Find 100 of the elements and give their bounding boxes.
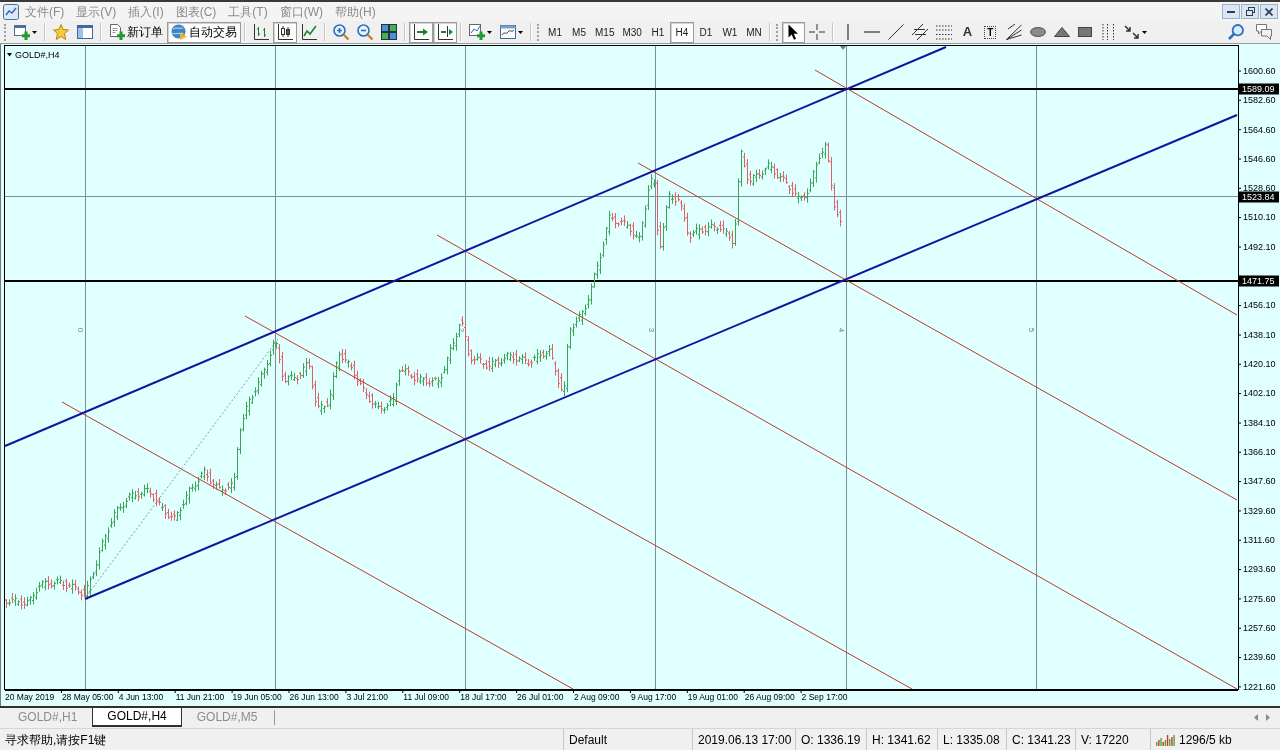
- left-arrow-icon[interactable]: [1254, 714, 1258, 721]
- zone-label: 5: [1027, 327, 1036, 333]
- horizontal-line-icon: [863, 31, 880, 33]
- timeframe-button[interactable]: MN: [741, 21, 766, 43]
- text-label-button[interactable]: T: [978, 21, 1002, 43]
- grip-handle[interactable]: [775, 23, 779, 41]
- open-price: O: 1336.19: [801, 731, 861, 749]
- zoom-in-icon: [333, 24, 349, 40]
- globe-icon: [171, 24, 187, 40]
- text-button[interactable]: A: [955, 21, 979, 43]
- close-icon: [1265, 7, 1273, 16]
- dotted-lines-icon: [935, 24, 952, 40]
- app-icon: [3, 3, 19, 20]
- price-label: 1293.60: [1243, 564, 1276, 575]
- price-label: 1329.60: [1243, 505, 1276, 516]
- price-label: 1564.60: [1243, 124, 1276, 135]
- price-label: 1402.10: [1243, 388, 1276, 399]
- price-label: 1257.60: [1243, 623, 1276, 634]
- timeframe-button[interactable]: M1: [543, 21, 567, 43]
- low-price: L: 1335.08: [943, 731, 1000, 749]
- restore-button[interactable]: [1241, 4, 1259, 19]
- high-price: H: 1341.62: [872, 731, 931, 749]
- time-label: 2 Aug 09:00: [574, 692, 620, 702]
- price-label: 1438.10: [1243, 329, 1276, 340]
- minimize-button[interactable]: [1222, 4, 1240, 19]
- caret-icon[interactable]: [7, 53, 12, 57]
- time-label: 26 Jul 01:00: [517, 692, 564, 702]
- chart-plus-icon: [469, 24, 485, 40]
- arrow-right-icon: [413, 24, 429, 40]
- star-icon: [53, 24, 69, 40]
- cursor-icon: [787, 24, 799, 40]
- timeframe-button[interactable]: H1: [645, 21, 670, 43]
- grid-icon: [381, 24, 397, 40]
- time-label: 26 Aug 09:00: [744, 692, 795, 702]
- chart-shift-icon: [437, 24, 453, 40]
- line-chart-icon: [301, 24, 317, 40]
- price-label: 1510.10: [1243, 212, 1276, 223]
- zone-label: 0: [76, 327, 85, 333]
- time-label: 19 Jun 05:00: [232, 692, 282, 702]
- time-label: 28 May 05:00: [61, 692, 114, 702]
- auto-scroll-button[interactable]: [409, 21, 433, 43]
- window-plus-icon: [14, 24, 30, 40]
- bar-chart-icon: [253, 24, 269, 40]
- timeframe-button[interactable]: H4: [669, 21, 694, 43]
- close-button[interactable]: [1260, 4, 1278, 19]
- shift-marker-icon[interactable]: [840, 46, 846, 50]
- price-tag: 1471.75: [1239, 275, 1279, 287]
- price-label: 1275.60: [1243, 593, 1276, 604]
- time-label: 2 Sep 17:00: [801, 692, 848, 702]
- zoom-out-icon: [357, 24, 373, 40]
- dotted-vertical-lines-icon: [1101, 24, 1115, 40]
- price-tag: 1523.84: [1239, 191, 1279, 203]
- chart-shift-button[interactable]: [433, 21, 457, 43]
- price-tag: 1589.09: [1239, 83, 1279, 95]
- price-label: 1221.60: [1243, 681, 1276, 692]
- timeframe-button[interactable]: D1: [693, 21, 718, 43]
- new-order-button[interactable]: 新订单: [105, 21, 167, 43]
- time-label: 4 Jun 13:00: [118, 692, 164, 702]
- window-icon: [77, 24, 93, 40]
- vertical-line-icon: [847, 24, 850, 40]
- search-icon: [1228, 24, 1244, 40]
- timeframe-button[interactable]: W1: [717, 21, 742, 43]
- timeframe-button[interactable]: M15: [591, 21, 619, 43]
- triangle-icon: [1053, 27, 1070, 37]
- fan-lines-icon: [1005, 24, 1022, 40]
- close-price: C: 1341.23: [1012, 731, 1071, 749]
- timeframe-button[interactable]: M5: [567, 21, 591, 43]
- bar-time: 2019.06.13 17:00: [698, 731, 792, 749]
- chart-tab[interactable]: GOLD#,H4: [92, 708, 182, 727]
- time-label: 11 Jun 21:00: [175, 692, 225, 702]
- price-label: 1582.60: [1243, 95, 1276, 106]
- time-label: 3 Jul 21:00: [346, 692, 388, 702]
- traffic-text: 1296/5 kb: [1179, 731, 1232, 749]
- traffic-bars-icon: [1156, 733, 1175, 746]
- candlestick-icon: [277, 24, 293, 40]
- speech-bubbles-icon: [1256, 24, 1272, 40]
- time-label: 11 Jul 09:00: [403, 692, 449, 702]
- right-arrow-icon[interactable]: [1266, 714, 1270, 721]
- zone-label: 2: [457, 327, 466, 333]
- price-label: 1311.60: [1243, 535, 1275, 546]
- parallel-lines-icon: [911, 24, 928, 40]
- help-text: 寻求帮助,请按F1键: [5, 731, 107, 749]
- price-label: 1420.10: [1243, 359, 1276, 370]
- time-label: 9 Aug 17:00: [630, 692, 677, 702]
- price-label: 1347.60: [1243, 476, 1276, 487]
- ellipse-icon: [1029, 27, 1046, 37]
- zone-label: 4: [837, 327, 846, 333]
- grip-handle[interactable]: [537, 23, 540, 41]
- restore-icon: [1245, 7, 1255, 16]
- price-label: 1384.10: [1243, 417, 1276, 428]
- cursor-button[interactable]: [781, 21, 805, 43]
- candlestick-button[interactable]: [273, 21, 297, 43]
- autotrading-button[interactable]: 自动交易: [167, 21, 241, 43]
- document-plus-icon: [109, 24, 125, 40]
- price-label: 1366.10: [1243, 447, 1276, 458]
- diagonal-line-icon: [887, 24, 904, 40]
- grip-handle[interactable]: [4, 23, 7, 41]
- price-label: 1546.60: [1243, 153, 1276, 164]
- crosshair-icon: [808, 24, 825, 40]
- timeframe-button[interactable]: M30: [618, 21, 646, 43]
